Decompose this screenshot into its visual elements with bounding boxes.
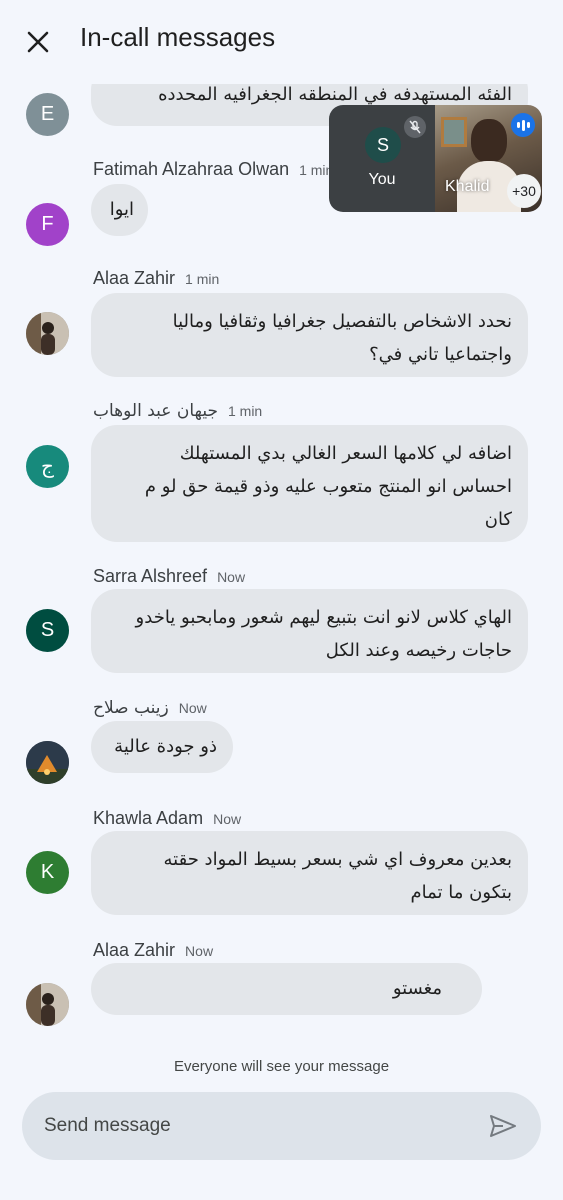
sender-name: Sarra Alshreef	[93, 566, 208, 586]
participant-video	[471, 119, 507, 163]
avatar[interactable]: ج	[26, 445, 69, 488]
message-list[interactable]: E الفئه المستهدفه في المنطقه الجغرافيه ا…	[0, 84, 563, 1050]
message-bubble[interactable]: بعدين معروف اي شي بسعر بسيط المواد حقته …	[91, 831, 528, 915]
message-time: 1 min	[227, 403, 263, 419]
message-bubble[interactable]: اضافه لي كلامها السعر الغالي بدي المستهل…	[91, 425, 528, 542]
avatar[interactable]: S	[26, 609, 69, 652]
message-time: Now	[185, 943, 214, 959]
message-bubble[interactable]: ايوا	[91, 184, 148, 236]
message-bubble[interactable]: ذو جودة عالية	[91, 721, 233, 773]
self-tile[interactable]: S You	[329, 105, 435, 212]
message-bubble[interactable]: الهاي كلاس لانو انت بتبيع ليهم شعور وماب…	[91, 589, 528, 673]
participant-name: Khalid	[445, 178, 490, 195]
send-icon	[490, 1115, 516, 1137]
avatar[interactable]: E	[26, 93, 69, 136]
message-composer	[22, 1092, 541, 1160]
sender-name: Alaa Zahir	[93, 268, 176, 288]
background-frame	[441, 117, 467, 147]
message-bubble[interactable]: مغستو	[91, 963, 482, 1015]
avatar[interactable]	[26, 983, 69, 1026]
close-button[interactable]	[20, 24, 56, 60]
avatar[interactable]: K	[26, 851, 69, 894]
avatar[interactable]	[26, 741, 69, 784]
message-time: Now	[213, 811, 242, 827]
sender-name: Khawla Adam	[93, 808, 204, 828]
avatar[interactable]: F	[26, 203, 69, 246]
avatar[interactable]	[26, 312, 69, 355]
avatar: S	[365, 127, 401, 163]
more-participants-badge[interactable]: +30	[507, 174, 541, 208]
message-time: Now	[178, 700, 207, 716]
message-time: Now	[217, 569, 246, 585]
avatar-photo-icon	[26, 741, 69, 784]
call-pip[interactable]: S You Khalid +30	[329, 105, 542, 212]
app-header: In-call messages	[0, 0, 563, 84]
audio-level-icon	[511, 113, 535, 137]
message-bubble[interactable]: نحدد الاشخاص بالتفصيل جغرافيا وثقافيا وم…	[91, 293, 528, 377]
message-input[interactable]	[44, 1106, 474, 1146]
close-icon	[27, 31, 49, 53]
avatar-photo-icon	[26, 983, 69, 1026]
avatar-photo-icon	[26, 312, 69, 355]
visibility-note: Everyone will see your message	[173, 1058, 390, 1075]
page-title: In-call messages	[80, 22, 276, 52]
sender-name: Alaa Zahir	[93, 940, 176, 960]
send-button[interactable]	[486, 1110, 520, 1142]
sender-name: جيهان عبد الوهاب	[93, 401, 218, 421]
mic-off-icon	[404, 116, 426, 138]
sender-name: Fatimah Alzahraa Olwan	[93, 159, 290, 179]
sender-name: زينب صلاح	[93, 698, 169, 718]
participant-tile[interactable]: Khalid +30	[435, 105, 542, 212]
participant-name: You	[368, 171, 396, 188]
message-time: 1 min	[185, 271, 220, 287]
